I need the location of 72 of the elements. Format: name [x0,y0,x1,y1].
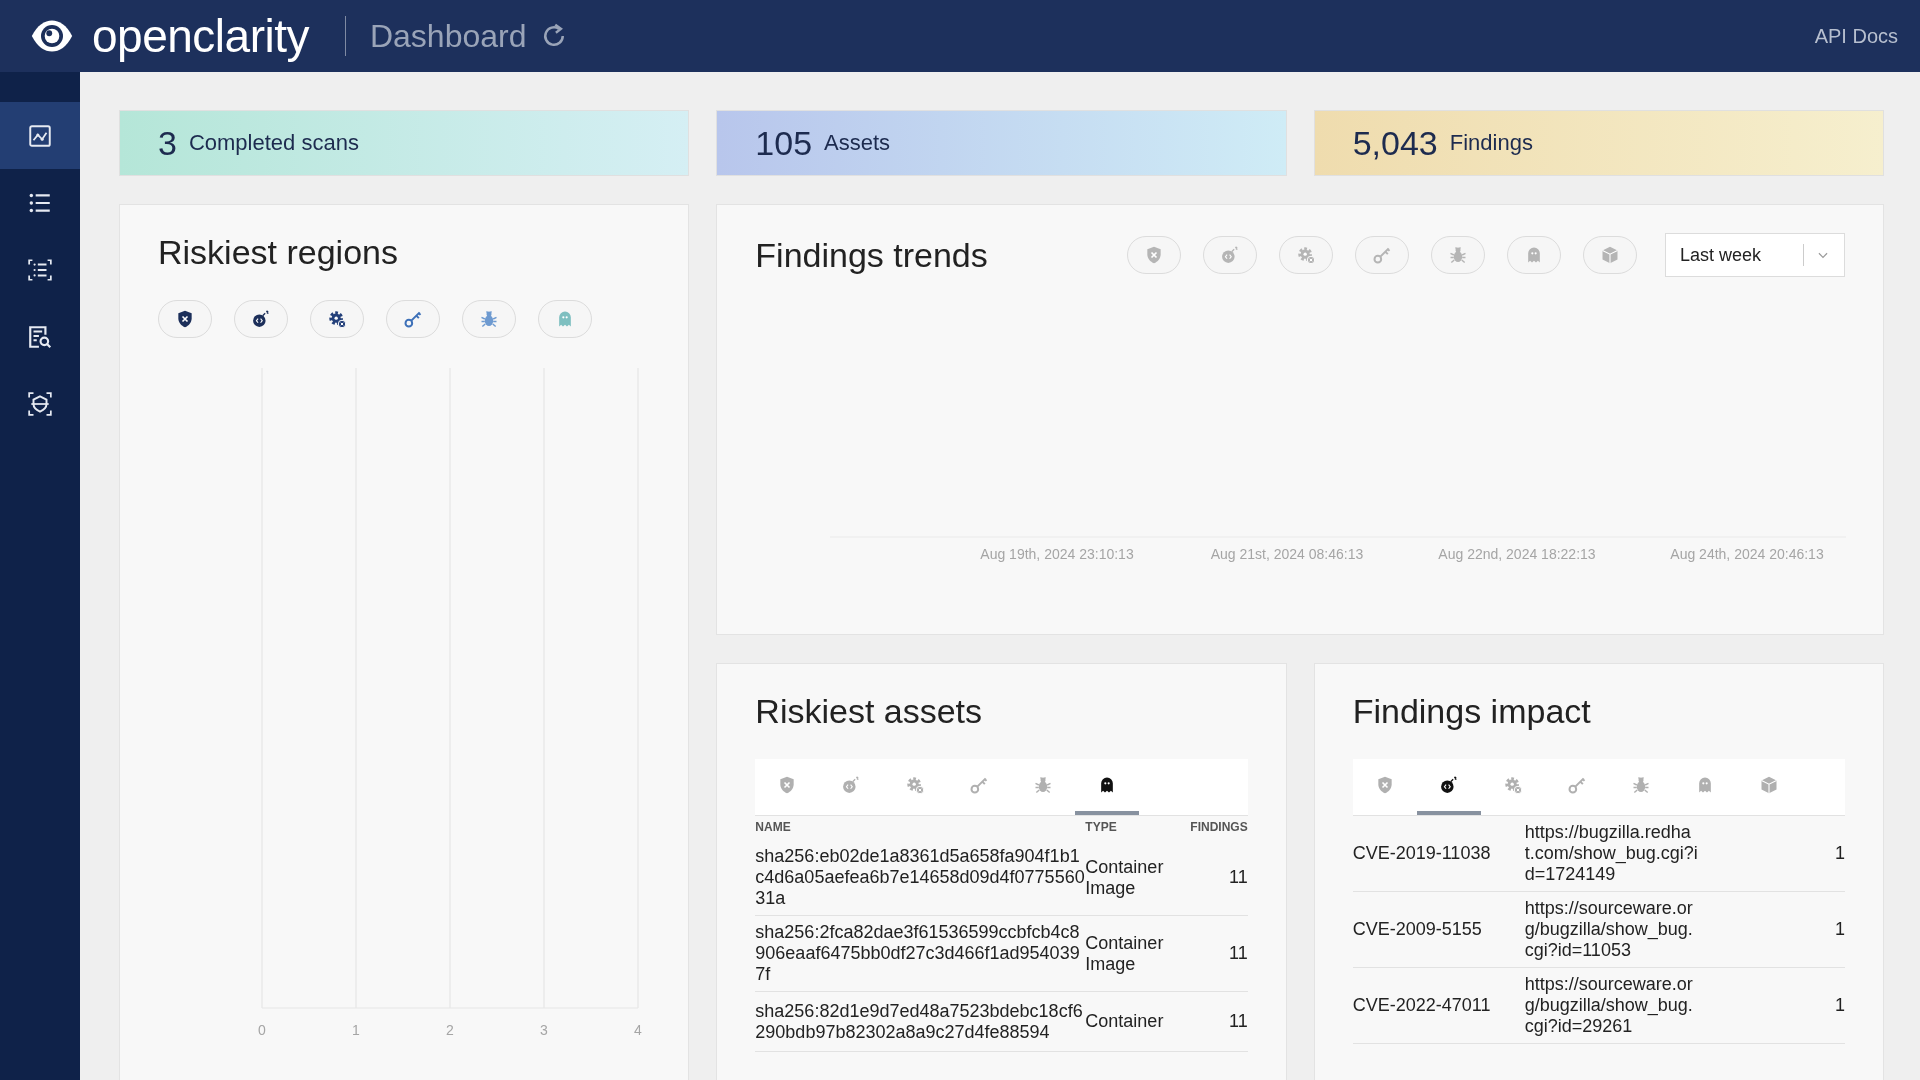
document-search-icon [27,323,53,350]
box-icon [1758,775,1779,795]
gear-icon [905,775,926,795]
api-docs-link[interactable]: API Docs [1814,24,1898,48]
stat-label: Completed scans [188,130,359,156]
bug-icon [1033,775,1054,795]
table-cell: 1 [1700,892,1845,968]
panel-title: Riskiest regions [158,233,399,272]
filter-button[interactable] [310,300,364,338]
logo-text: openclarity [92,9,309,63]
axis-tick-label: 2 [446,1022,454,1038]
column-header: NAME [755,819,792,836]
table-cell: sha256:82d1e9d7ed48a7523bdebc18cf6290bdb97b82302a8a9c27d4fe88594 [755,992,1086,1052]
table-cell: CVE-2009-5155 [1352,892,1525,968]
gear-icon [1296,245,1316,265]
sidebar-item[interactable] [0,102,80,169]
bomb-icon [1438,775,1459,795]
bug-icon [479,309,499,329]
bracket-list-icon [27,256,53,283]
table-cell: 11 [1190,916,1248,992]
table-cell: 1 [1700,816,1845,892]
table-cell: https://sourceware.org/bugzilla/show_bug.cgi?id=29261 [1524,968,1701,1044]
dashboard-icon [27,122,53,149]
filter-button[interactable] [234,300,288,338]
stat-value: 105 [755,123,813,163]
panel-title: Riskiest assets [755,692,984,731]
bug-icon [1448,245,1468,265]
bomb-icon [251,309,271,329]
page-title: Dashboard [369,17,527,55]
shield-scan-icon [27,390,53,417]
key-icon [1372,245,1392,265]
table-cell: Container Image [1085,840,1191,916]
axis-tick-label: Aug 21st, 2024 08:46:13 [1211,546,1364,562]
axis-tick-label: Aug 24th, 2024 20:46:13 [1670,546,1824,562]
shield-icon [175,309,195,329]
key-icon [1566,775,1587,795]
axis-tick-label: 0 [258,1022,266,1038]
box-icon [1600,245,1620,265]
table-cell: sha256:eb02de1a8361d5a658fa904f1b1c4d6a05aefea6b7e14658d09d4f077556031a [755,840,1086,916]
table-cell: sha256:2fca82dae3f61536599ccbfcb4c8906eaaf6475bb0df27c3d466f1ad9540397f [755,916,1086,992]
table-cell: 11 [1190,992,1248,1052]
axis-tick-label: 3 [540,1022,548,1038]
bomb-icon [1220,245,1240,265]
table-cell: https://bugzilla.redhat.com/show_bug.cgi?id=1724149 [1524,816,1701,892]
table-cell: Container [1085,992,1191,1052]
panel-title: Findings impact [1352,692,1592,731]
axis-tick-label: 4 [634,1022,642,1038]
table-cell: https://sourceware.org/bugzilla/show_bug.cgi?id=11053 [1524,892,1701,968]
filter-button[interactable] [158,300,212,338]
axis-tick-label: Aug 19th, 2024 23:10:13 [980,546,1134,562]
table-cell: Container Image [1085,916,1191,992]
table-cell: 11 [1190,840,1248,916]
gear-icon [327,309,347,329]
table-cell: 1 [1700,968,1845,1044]
key-icon [969,775,990,795]
column-header: FINDINGS [1190,819,1248,836]
column-header: TYPE [1085,819,1118,836]
key-icon [403,309,423,329]
range-dropdown[interactable]: Last week [1665,233,1845,277]
table-cell: CVE-2022-47011 [1352,968,1525,1044]
stat-value: 3 [158,123,177,163]
stat-label: Assets [824,130,891,156]
bomb-icon [841,775,862,795]
stat-value: 5,043 [1352,123,1438,163]
panel-title: Findings trends [755,235,988,275]
axis-tick-label: Aug 22nd, 2024 18:22:13 [1438,546,1596,562]
bug-icon [1630,775,1651,795]
table-cell: CVE-2019-11038 [1352,816,1525,892]
axis-tick-label: 1 [352,1022,360,1038]
stat-label: Findings [1449,130,1533,156]
gear-icon [1502,775,1523,795]
shield-icon [1144,245,1164,265]
